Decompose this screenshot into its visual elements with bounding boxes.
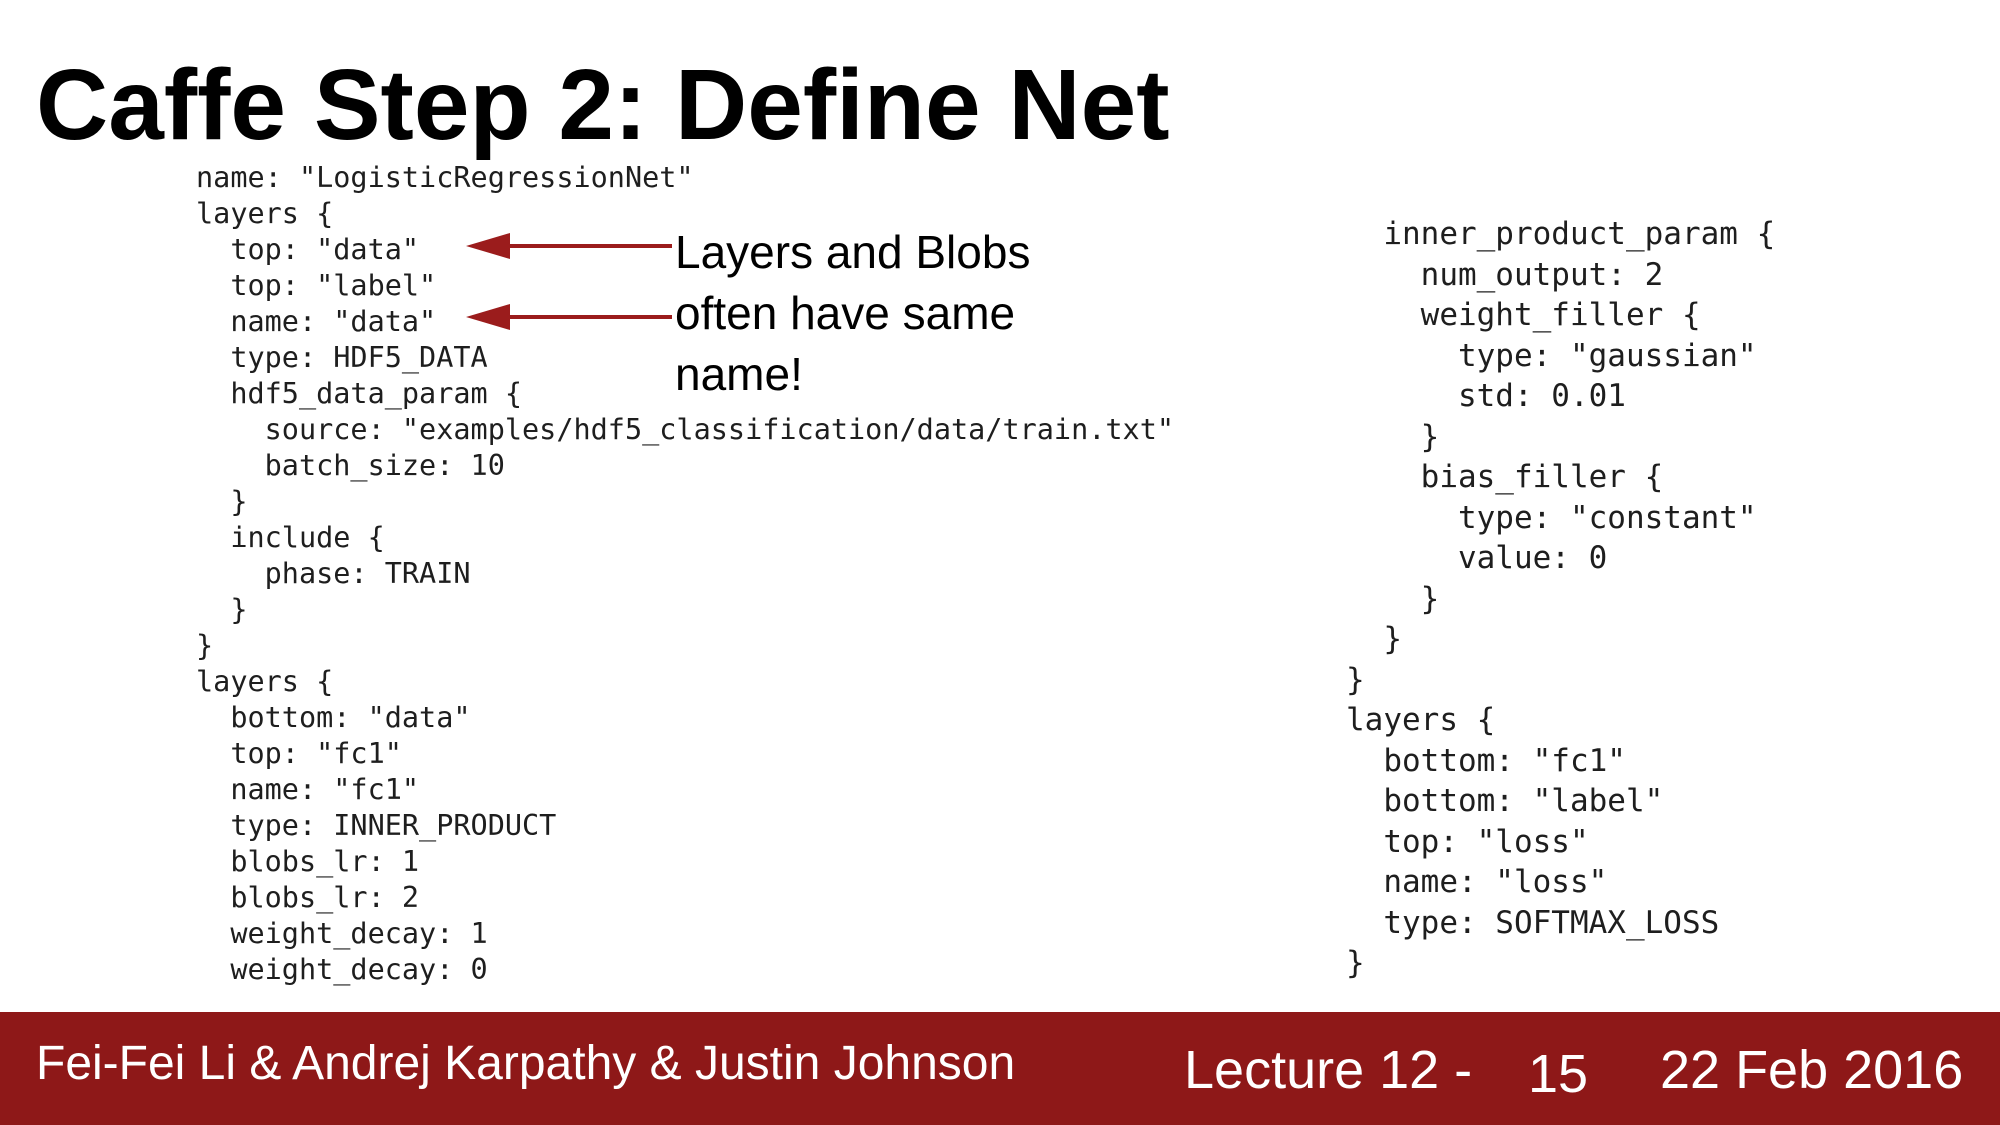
annotation-callout: Layers and Blobs often have same name! (675, 222, 1030, 405)
annotation-arrows (466, 233, 672, 330)
annotation-line: name! (675, 348, 803, 400)
arrow-to-top-data (466, 233, 672, 259)
footer-page-number: 15 (1528, 1044, 1589, 1104)
footer-lecture: Lecture 12 - (1184, 1040, 1473, 1100)
footer-authors: Fei-Fei Li & Andrej Karpathy & Justin Jo… (36, 1037, 1016, 1090)
arrow-to-name-data (466, 304, 672, 330)
footer-bar: Fei-Fei Li & Andrej Karpathy & Justin Jo… (0, 1012, 2000, 1125)
annotation-line: often have same (675, 287, 1016, 339)
footer-date: 22 Feb 2016 (1660, 1040, 1964, 1100)
annotation-line: Layers and Blobs (675, 226, 1031, 278)
